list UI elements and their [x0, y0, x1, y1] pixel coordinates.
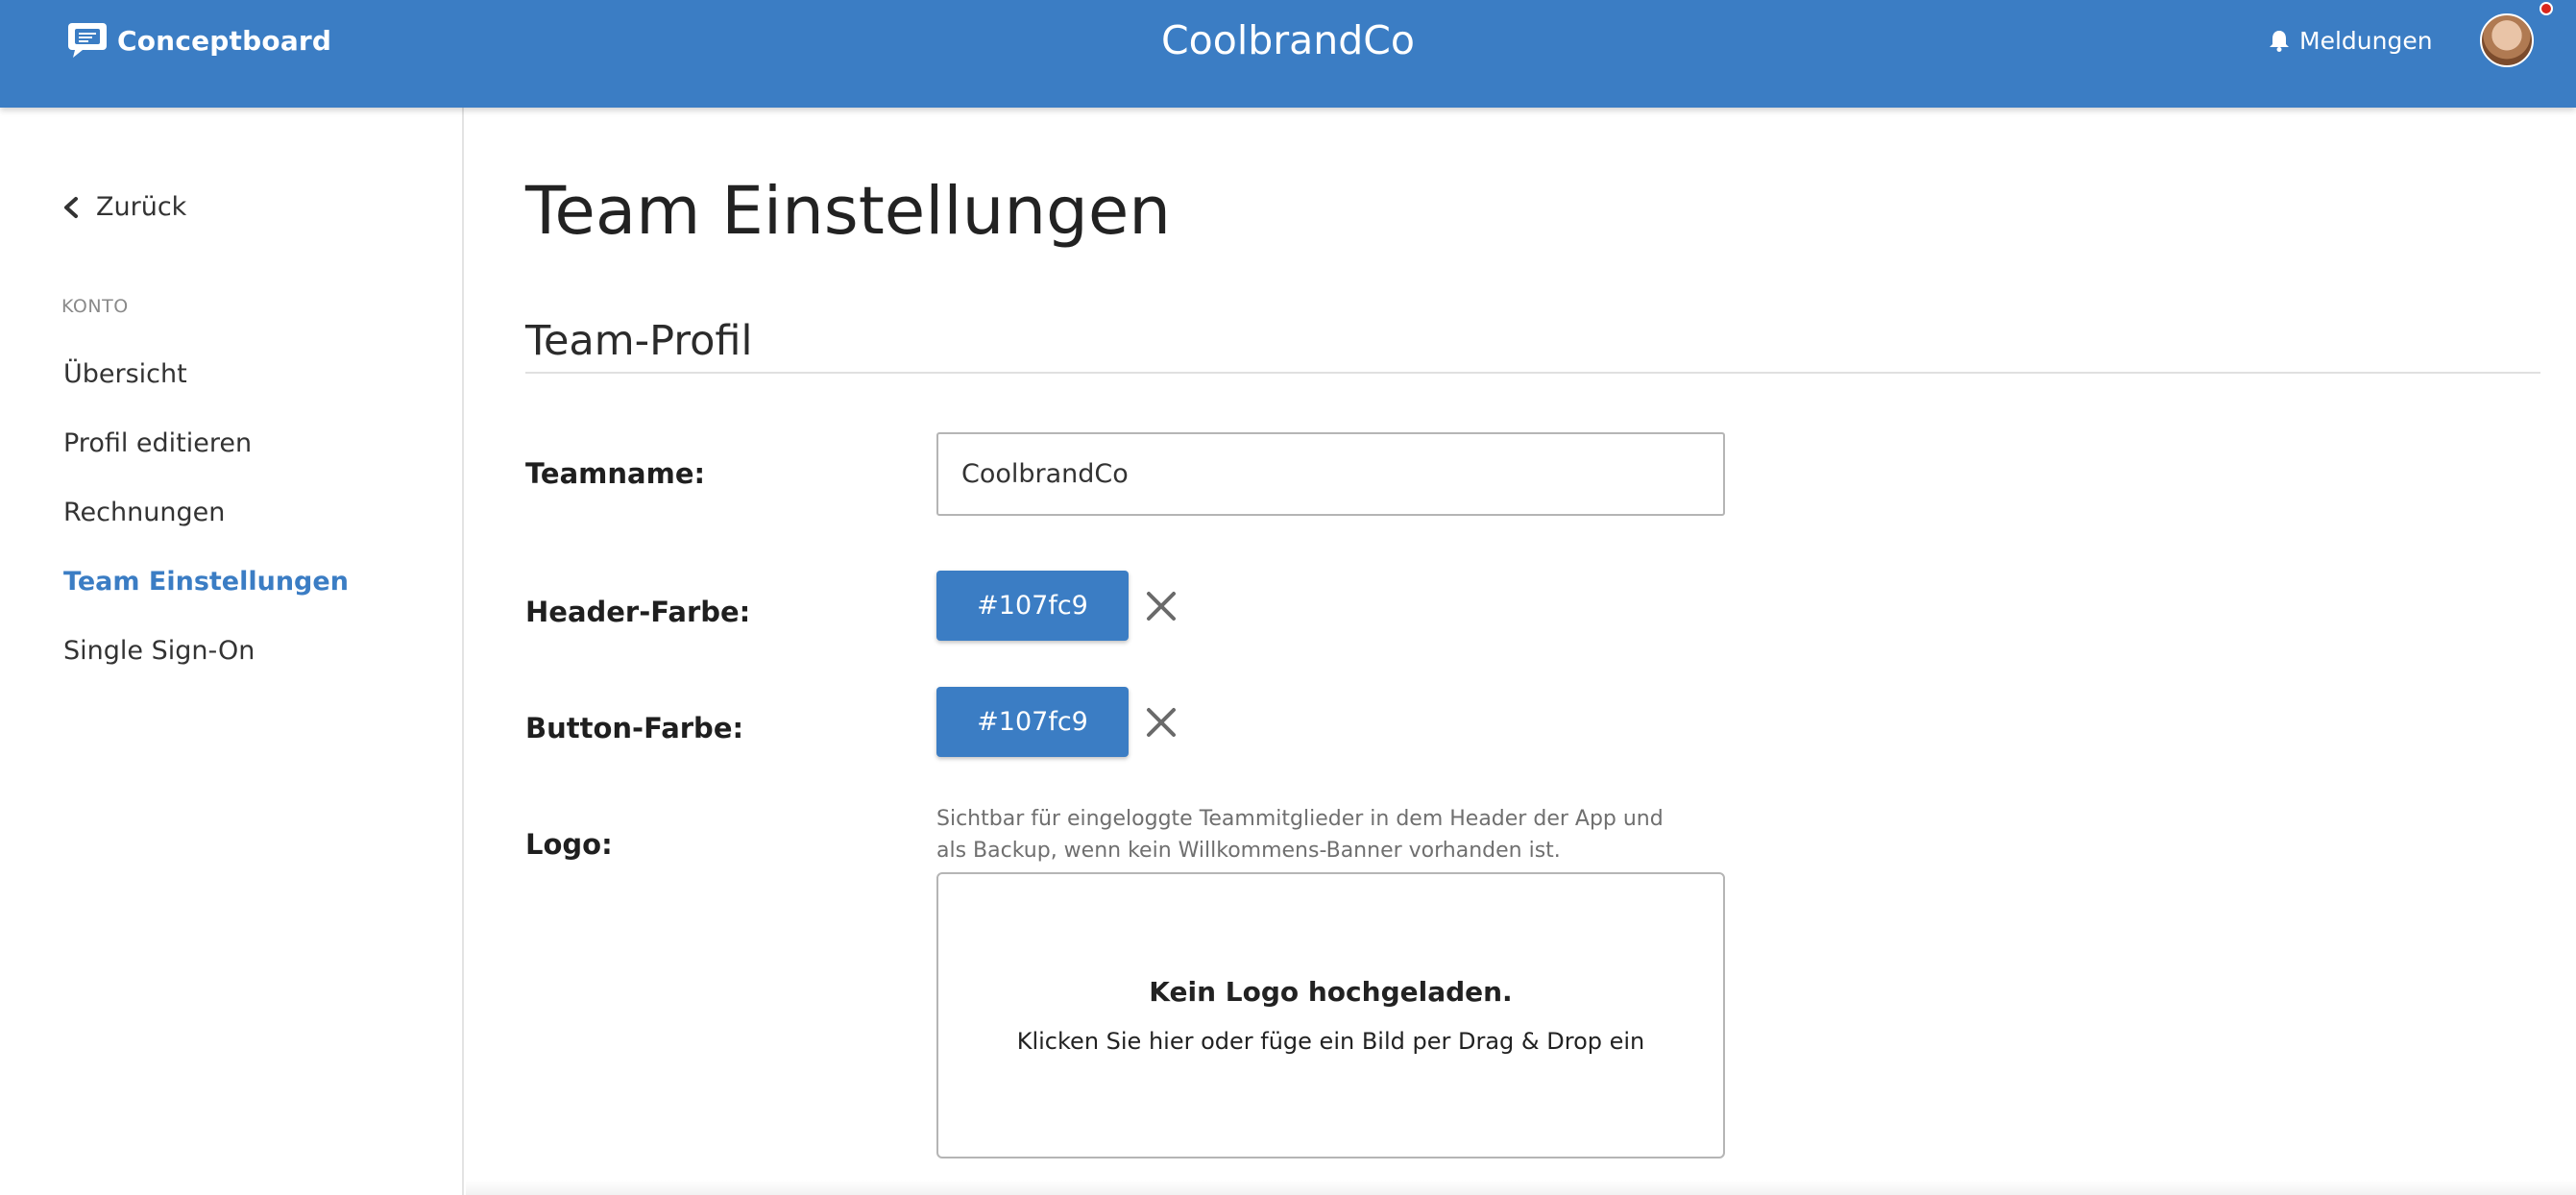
clear-header-color-icon[interactable] [1145, 590, 1178, 622]
section-divider [525, 372, 2540, 374]
button-color-picker-button[interactable]: #107fc9 [936, 687, 1129, 757]
logo-upload-dropzone[interactable]: Kein Logo hochgeladen. Klicken Sie hier … [936, 872, 1725, 1158]
page-title: Team Einstellungen [525, 173, 1172, 250]
header-color-picker-button[interactable]: #107fc9 [936, 571, 1129, 641]
section-title: Team-Profil [525, 317, 753, 365]
sidebar-section-label: KONTO [61, 296, 129, 317]
app-header: Conceptboard CoolbrandCo Meldungen [0, 0, 2576, 108]
sidebar-item-invoices[interactable]: Rechnungen [63, 498, 225, 527]
notifications-label: Meldungen [2299, 26, 2433, 55]
button-color-label: Button-Farbe: [525, 712, 744, 744]
user-avatar[interactable] [2480, 13, 2534, 67]
teamname-input[interactable] [936, 432, 1725, 516]
sidebar-item-single-sign-on[interactable]: Single Sign-On [63, 636, 255, 666]
sidebar: Zurück KONTO Übersicht Profil editieren … [0, 108, 464, 1195]
brand-name: Conceptboard [117, 24, 332, 57]
chevron-left-icon [64, 196, 78, 218]
logo-empty-title: Kein Logo hochgeladen. [1149, 976, 1513, 1008]
brand-logo-link[interactable]: Conceptboard [67, 21, 331, 60]
back-link[interactable]: Zurück [61, 192, 186, 222]
notifications-button[interactable]: Meldungen [2269, 23, 2433, 58]
logo-empty-subtitle: Klicken Sie hier oder füge ein Bild per … [1016, 1028, 1645, 1055]
notification-badge [2540, 2, 2553, 15]
conceptboard-logo-icon [68, 23, 107, 58]
logo-hint: Sichtbar für eingeloggte Teammitglieder … [936, 807, 1664, 863]
sidebar-item-team-settings[interactable]: Team Einstellungen [63, 567, 349, 597]
scroll-shadow [466, 1180, 2576, 1195]
logo-label: Logo: [525, 828, 613, 861]
sidebar-item-edit-profile[interactable]: Profil editieren [63, 428, 252, 458]
back-label: Zurück [96, 192, 187, 222]
clear-button-color-icon[interactable] [1145, 706, 1178, 739]
team-title: CoolbrandCo [0, 17, 2576, 63]
teamname-label: Teamname: [525, 457, 706, 490]
bell-icon [2270, 31, 2289, 52]
team-title-text: CoolbrandCo [1161, 17, 1415, 63]
header-color-label: Header-Farbe: [525, 596, 751, 628]
sidebar-item-overview[interactable]: Übersicht [63, 359, 187, 389]
